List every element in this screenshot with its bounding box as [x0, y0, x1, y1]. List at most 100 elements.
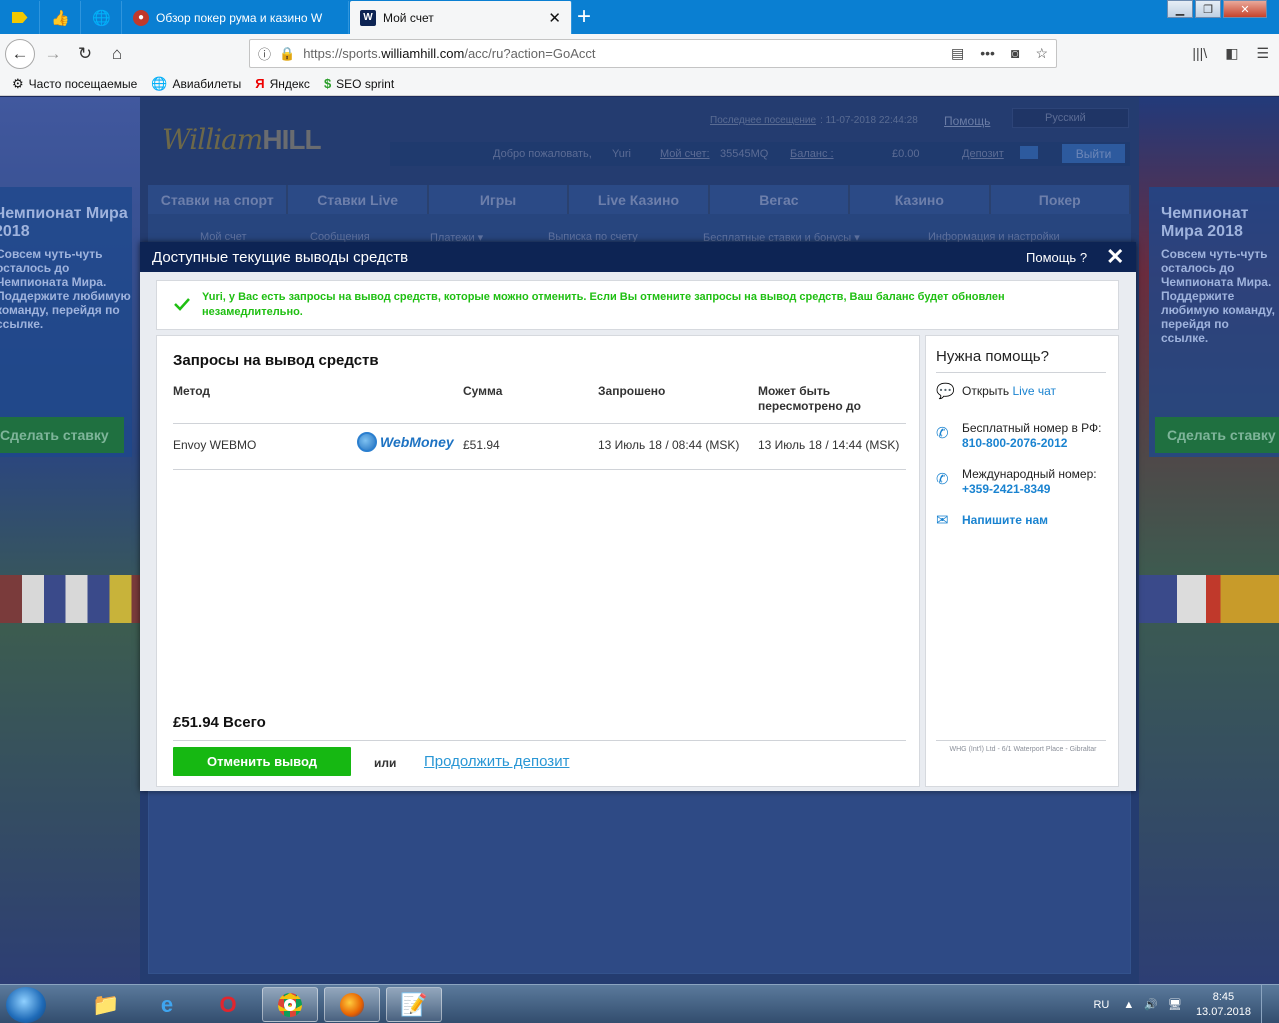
live-chat-item[interactable]: 💬 Открыть Live чат	[936, 384, 1056, 399]
promo-bet-button[interactable]: Сделать ставку	[0, 417, 124, 453]
bookmark-yandex[interactable]: Я Яндекс	[255, 76, 310, 91]
live-chat-link[interactable]: Live чат	[1012, 384, 1056, 398]
notepad-icon: 📝	[400, 991, 428, 1017]
free-phone-number[interactable]: 810-800-2076-2012	[962, 436, 1067, 450]
modal-close-icon[interactable]: ✕	[1106, 244, 1124, 270]
account-bar: Добро пожаловать, Yuri Мой счет: 35545MQ…	[390, 142, 1130, 166]
minimize-button[interactable]: ▁	[1167, 0, 1193, 18]
flag-strip-right	[1133, 575, 1279, 623]
deposit-link[interactable]: Депозит	[962, 148, 1004, 160]
info-icon[interactable]: ⓘ	[258, 44, 271, 63]
flag-strip-left	[0, 575, 146, 623]
show-desktop-button[interactable]	[1261, 985, 1271, 1023]
bookmark-avia[interactable]: 🌐 Авиабилеты	[151, 76, 241, 92]
maximize-button[interactable]: ❐	[1195, 0, 1221, 18]
write-us-item[interactable]: ✉ Напишите нам	[936, 513, 1048, 528]
notepad-taskbar-icon[interactable]: 📝	[386, 987, 442, 1022]
promo-bet-button[interactable]: Сделать ставку	[1155, 417, 1279, 453]
continue-deposit-link[interactable]: Продолжить депозит	[424, 753, 569, 770]
last-visit: Последнее посещение : 11-07-2018 22:44:28	[710, 115, 918, 126]
bookmark-most-visited[interactable]: ⚙ Часто посещаемые	[12, 76, 137, 92]
pinned-tab-2[interactable]: 👍	[41, 1, 81, 34]
help-divider	[936, 372, 1106, 373]
header-help-link[interactable]: Помощь	[944, 114, 990, 128]
tab-title: Обзор покер рума и казино W	[156, 10, 323, 25]
modal-help-link[interactable]: Помощь ?	[1026, 250, 1087, 265]
tab-close-icon[interactable]: ✕	[548, 9, 561, 27]
nav-games[interactable]: Игры	[428, 185, 570, 214]
withdrawal-total: £51.94 Всего	[173, 714, 266, 731]
explorer-taskbar-icon[interactable]: 📁	[78, 987, 134, 1022]
reader-view-icon[interactable]: ▤	[951, 45, 964, 62]
tab-poker-review[interactable]: ● Обзор покер рума и казино W	[123, 1, 349, 34]
account-label[interactable]: Мой счет:	[660, 148, 710, 160]
window-close-button[interactable]: ✕	[1223, 0, 1267, 18]
logout-button[interactable]: Выйти	[1062, 144, 1125, 163]
nav-casino[interactable]: Казино	[850, 185, 991, 214]
nav-sports[interactable]: Ставки на спорт	[148, 185, 289, 214]
row-divider	[173, 469, 906, 470]
last-visit-value: : 11-07-2018 22:44:28	[820, 115, 918, 126]
nav-poker[interactable]: Покер	[990, 185, 1131, 214]
bookmark-label: Часто посещаемые	[28, 76, 138, 91]
forward-button[interactable]: →	[38, 39, 68, 69]
tab-my-account[interactable]: W Мой счет ✕	[350, 1, 572, 34]
bookmark-label: Авиабилеты	[172, 76, 242, 91]
page-actions-icon[interactable]: •••	[980, 45, 995, 62]
free-phone-label: Бесплатный номер в РФ:	[962, 421, 1102, 435]
toolbar-right: |||\ ◧ ☰	[1192, 45, 1269, 62]
nav-live[interactable]: Ставки Live	[288, 185, 429, 214]
sidebar-icon[interactable]: ◧	[1225, 45, 1238, 62]
pinned-tab-3[interactable]: 🌐	[82, 1, 122, 34]
modal-title: Доступные текущие выводы средств	[152, 249, 409, 266]
balance-label[interactable]: Баланс :	[790, 148, 834, 160]
account-subnav: Мой счет Сообщения Платежи ▾ Выписка по …	[148, 214, 1131, 244]
chat-bubble-icon: 💬	[936, 383, 955, 400]
folder-icon: 📁	[92, 991, 120, 1017]
address-bar[interactable]: ⓘ 🔒 https://sports. williamhill.com/acc/r…	[249, 39, 1057, 68]
home-button[interactable]: ⌂	[102, 39, 132, 69]
language-indicator[interactable]: RU	[1093, 999, 1109, 1011]
write-us-link[interactable]: Напишите нам	[962, 513, 1048, 528]
start-button[interactable]	[6, 987, 46, 1023]
william-hill-logo[interactable]: WilliamHILL	[162, 123, 322, 156]
nav-live-casino[interactable]: Live Казино	[569, 185, 710, 214]
tray-expand-icon[interactable]: ▲	[1123, 999, 1134, 1011]
ie-taskbar-icon[interactable]: e	[139, 987, 195, 1022]
clock[interactable]: 8:45 13.07.2018	[1196, 990, 1251, 1020]
panel-title: Запросы на вывод средств	[173, 352, 379, 369]
firefox-taskbar-icon[interactable]	[324, 987, 380, 1022]
chat-prefix: Открыть	[962, 384, 1010, 398]
clock-time: 8:45	[1212, 990, 1235, 1003]
network-icon[interactable]: 🖥	[1168, 998, 1182, 1011]
back-button[interactable]: ←	[5, 39, 35, 69]
bookmark-label: Яндекс	[269, 76, 310, 91]
bookmark-seo-sprint[interactable]: $ SEO sprint	[324, 76, 394, 91]
window-controls: ▁ ❐ ✕	[1165, 0, 1267, 18]
withdrawal-requests-panel: Запросы на вывод средств Метод Сумма Зап…	[156, 335, 920, 787]
volume-icon[interactable]: 🔊	[1144, 998, 1158, 1011]
reload-button[interactable]: ↻	[70, 39, 100, 69]
row-reviewable: 13 Июль 18 / 14:44 (MSK)	[758, 438, 900, 452]
mail-icon[interactable]	[1020, 146, 1038, 159]
site-content-area	[148, 791, 1131, 974]
cancel-withdrawal-button[interactable]: Отменить вывод	[173, 747, 351, 776]
pinned-tab-1[interactable]	[0, 1, 40, 34]
tab-title: Мой счет	[383, 10, 434, 25]
menu-icon[interactable]: ☰	[1256, 45, 1269, 62]
language-select[interactable]: Русский	[1012, 108, 1129, 128]
new-tab-button[interactable]: +	[577, 3, 591, 31]
or-text: или	[374, 756, 397, 770]
library-icon[interactable]: |||\	[1192, 45, 1207, 62]
nav-vegas[interactable]: Вегас	[709, 185, 851, 214]
intl-phone-number[interactable]: +359-2421-8349	[962, 482, 1050, 496]
notice-text: Yuri, у Вас есть запросы на вывод средст…	[202, 291, 1005, 318]
free-phone-item: ✆ Бесплатный номер в РФ: 810-800-2076-201…	[936, 421, 1102, 451]
bookmark-star-icon[interactable]: ☆	[1035, 45, 1048, 62]
opera-taskbar-icon[interactable]: O	[200, 987, 256, 1022]
chrome-taskbar-icon[interactable]	[262, 987, 318, 1022]
row-method: Envoy WEBMO	[173, 438, 257, 452]
gear-icon: ⚙	[12, 75, 24, 91]
pocket-icon[interactable]: ◙	[1011, 45, 1019, 62]
last-visit-label[interactable]: Последнее посещение	[710, 115, 816, 126]
